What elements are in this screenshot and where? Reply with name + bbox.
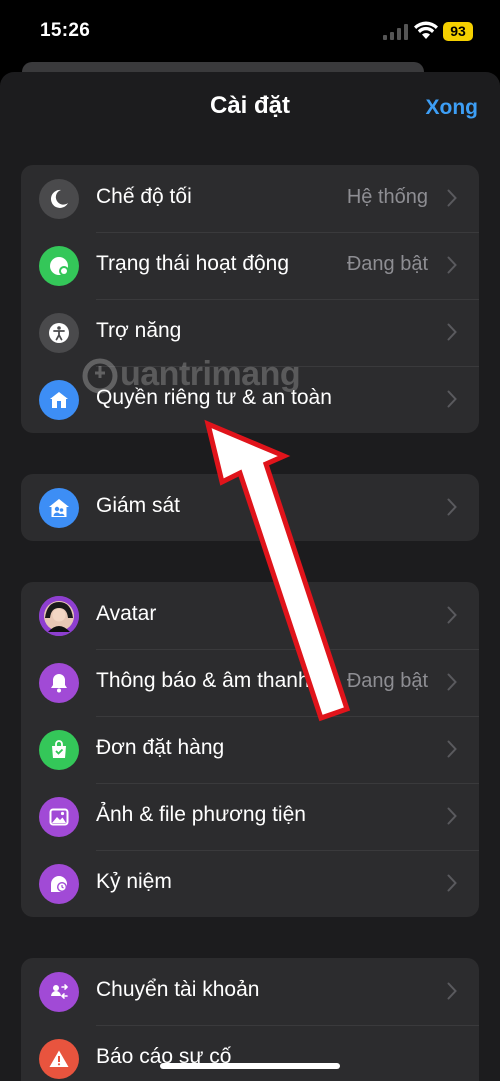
home-indicator — [160, 1063, 340, 1069]
annotation-arrow-icon — [204, 419, 351, 722]
